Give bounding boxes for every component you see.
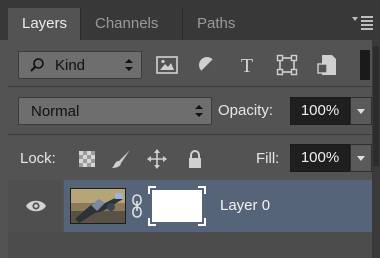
layers-list-empty-area bbox=[8, 232, 372, 258]
search-icon bbox=[29, 57, 45, 77]
svg-text:T: T bbox=[241, 55, 253, 77]
scrollbar-thumb[interactable] bbox=[373, 46, 379, 166]
opacity-dropdown-button[interactable] bbox=[350, 97, 372, 125]
mask-fill bbox=[152, 190, 202, 222]
type-filter-icon[interactable]: T bbox=[234, 52, 260, 78]
tab-layers[interactable]: Layers bbox=[8, 8, 80, 40]
mask-link-icon[interactable] bbox=[131, 193, 143, 224]
opacity-input[interactable]: 100% bbox=[290, 97, 350, 125]
panel-tab-bar: Layers Channels Paths bbox=[0, 0, 380, 40]
filter-toggle-switch[interactable] bbox=[360, 50, 370, 80]
blend-row: Normal Opacity: 100% bbox=[8, 86, 380, 135]
lock-row: Lock: Fill: 100% bbox=[8, 134, 380, 181]
layers-scrollbar[interactable] bbox=[372, 40, 380, 258]
lock-transparent-pixels-icon[interactable] bbox=[76, 148, 98, 170]
shape-filter-icon[interactable] bbox=[274, 52, 300, 78]
filter-row: Kind T bbox=[8, 40, 380, 86]
layers-panel: Layers Channels Paths Kind T Normal Opac… bbox=[0, 0, 380, 258]
layer-item-selected[interactable]: Layer 0 bbox=[64, 180, 372, 232]
tab-paths[interactable]: Paths bbox=[182, 8, 254, 40]
lock-label: Lock: bbox=[20, 150, 56, 167]
lock-position-icon[interactable] bbox=[146, 148, 168, 170]
panel-menu-button[interactable] bbox=[352, 14, 374, 32]
layer-mask-thumbnail[interactable] bbox=[148, 186, 206, 226]
image-filter-icon[interactable] bbox=[154, 52, 180, 78]
eye-icon bbox=[25, 197, 47, 220]
panel-menu-icon bbox=[352, 16, 373, 30]
layer-name[interactable]: Layer 0 bbox=[220, 197, 270, 214]
tab-channels[interactable]: Channels bbox=[80, 8, 182, 40]
lock-image-pixels-icon[interactable] bbox=[110, 148, 132, 170]
blend-mode-value: Normal bbox=[31, 103, 80, 120]
chevron-down-icon bbox=[357, 109, 365, 114]
fill-dropdown-button[interactable] bbox=[350, 144, 372, 172]
fill-label: Fill: bbox=[256, 150, 280, 167]
blend-mode-select[interactable]: Normal bbox=[18, 97, 212, 125]
select-arrows-icon bbox=[125, 58, 133, 72]
smart-object-filter-icon[interactable] bbox=[314, 52, 340, 78]
layer-row[interactable]: Layer 0 bbox=[8, 180, 372, 232]
chevron-down-icon bbox=[357, 156, 365, 161]
fill-input[interactable]: 100% bbox=[290, 144, 350, 172]
select-arrows-icon bbox=[195, 104, 203, 118]
filter-kind-select[interactable]: Kind bbox=[18, 51, 142, 79]
lock-all-icon[interactable] bbox=[184, 148, 206, 170]
adjustment-filter-icon[interactable] bbox=[194, 52, 220, 78]
layer-thumbnail[interactable] bbox=[70, 188, 126, 224]
filter-kind-label: Kind bbox=[55, 57, 86, 74]
opacity-label: Opacity: bbox=[218, 102, 274, 119]
layer-visibility-toggle[interactable] bbox=[8, 180, 62, 232]
